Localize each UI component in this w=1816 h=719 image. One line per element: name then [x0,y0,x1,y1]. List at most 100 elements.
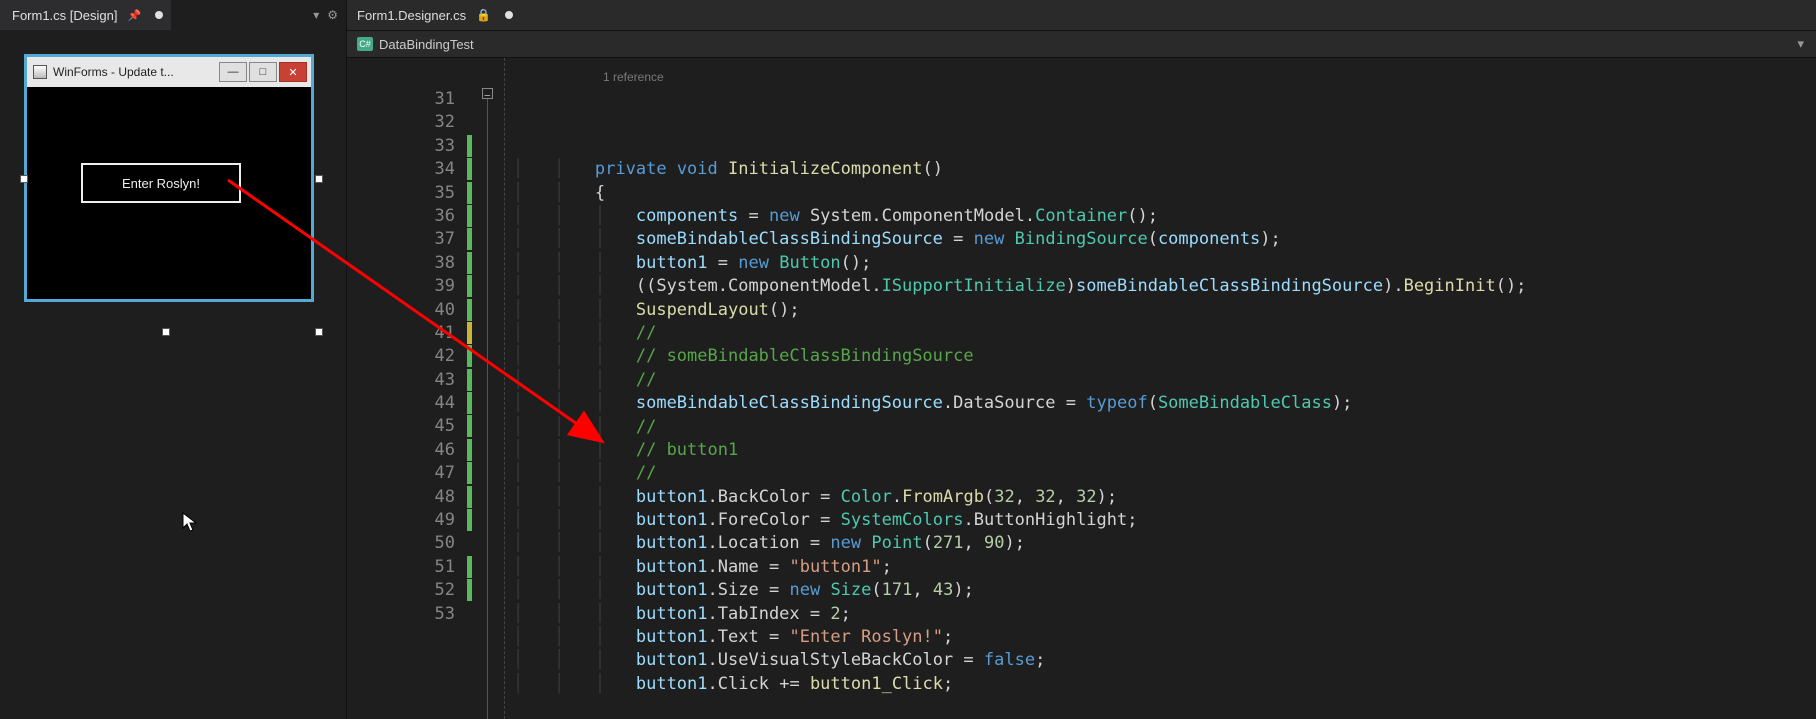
code-line[interactable]: │ │ │ button1.TabIndex = 2; [513,603,1816,626]
csharp-icon: C# [357,37,373,51]
resize-handle[interactable] [315,328,323,336]
code-line[interactable]: │ │ │ // [513,416,1816,439]
line-number: 41 [347,322,455,345]
code-line[interactable]: │ │ │ // [513,462,1816,485]
change-marker [465,158,481,181]
change-marker [465,462,481,485]
line-number: 47 [347,462,455,485]
change-marker [465,439,481,462]
code-line[interactable]: │ │ │ // [513,369,1816,392]
resize-handle[interactable] [315,175,323,183]
line-number: 38 [347,252,455,275]
code-line[interactable]: │ │ private void InitializeComponent() [513,158,1816,181]
code-editor[interactable]: 3132333435363738394041424344454647484950… [347,58,1816,719]
tab-form1-designer-cs[interactable]: Form1.Designer.cs 🔒 [347,0,1816,30]
line-number: 34 [347,158,455,181]
code-line[interactable]: │ │ │ someBindableClassBindingSource.Dat… [513,392,1816,415]
code-line[interactable]: │ │ │ button1.Text = "Enter Roslyn!"; [513,626,1816,649]
line-number: 33 [347,135,455,158]
code-line[interactable]: │ │ │ button1.BackColor = Color.FromArgb… [513,486,1816,509]
change-marker [465,228,481,251]
minimize-button[interactable]: — [219,62,247,82]
change-marker [465,603,481,626]
code-line[interactable]: │ │ │ SuspendLayout(); [513,299,1816,322]
code-line[interactable]: │ │ │ // [513,322,1816,345]
design-surface[interactable]: WinForms - Update t... — □ ✕ Enter Rosly… [0,30,346,326]
tab-form1-design[interactable]: Form1.cs [Design] 📌 [0,0,171,30]
line-number: 44 [347,392,455,415]
code-line[interactable]: │ │ │ button1.UseVisualStyleBackColor = … [513,649,1816,672]
change-marker [465,369,481,392]
resize-handle[interactable] [20,175,28,183]
dirty-indicator-icon [505,11,513,19]
line-number: 52 [347,579,455,602]
line-number: 42 [347,345,455,368]
dirty-indicator-icon [155,11,163,19]
line-number: 48 [347,486,455,509]
change-marker [465,556,481,579]
outline-margin[interactable] [481,58,505,719]
winform-client-area[interactable]: Enter Roslyn! [27,87,311,299]
designer-tab-row: Form1.cs [Design] 📌 ▾ ⚙ [0,0,346,30]
code-line[interactable]: │ │ │ // button1 [513,439,1816,462]
code-source[interactable]: 1 reference │ │ private void InitializeC… [505,58,1816,719]
designer-button1[interactable]: Enter Roslyn! [81,163,241,203]
codelens-references[interactable]: 1 reference [603,66,664,89]
change-marker [465,509,481,532]
line-number: 37 [347,228,455,251]
maximize-button[interactable]: □ [249,62,277,82]
namespace-label: DataBindingTest [379,37,474,52]
button1-text: Enter Roslyn! [122,176,200,191]
winform-title-text: WinForms - Update t... [53,65,174,79]
lock-icon: 🔒 [476,8,491,22]
navigation-bar[interactable]: C# DataBindingTest ▾ [347,30,1816,58]
app-icon [33,65,47,79]
pin-icon[interactable]: 📌 [127,9,141,22]
code-line[interactable]: │ │ │ ((System.ComponentModel.ISupportIn… [513,275,1816,298]
code-line[interactable]: │ │ │ button1 = new Button(); [513,252,1816,275]
line-number: 50 [347,532,455,555]
close-button[interactable]: ✕ [279,62,307,82]
change-marker [465,182,481,205]
change-marker [465,88,481,111]
change-marker [465,299,481,322]
change-marker [465,205,481,228]
code-line[interactable]: │ │ │ button1.ForeColor = SystemColors.B… [513,509,1816,532]
collapse-toggle-icon[interactable] [482,88,493,99]
change-markers [465,58,481,719]
change-marker [465,532,481,555]
line-number: 46 [347,439,455,462]
change-marker [465,135,481,158]
change-marker [465,322,481,345]
code-line[interactable]: │ │ │ someBindableClassBindingSource = n… [513,228,1816,251]
code-line[interactable]: │ │ │ button1.Location = new Point(271, … [513,532,1816,555]
gear-icon[interactable]: ⚙ [327,8,338,22]
tab-label: Form1.cs [Design] [12,8,117,23]
winform-titlebar: WinForms - Update t... — □ ✕ [27,57,311,87]
code-line[interactable]: │ │ │ button1.Click += button1_Click; [513,673,1816,696]
line-number: 43 [347,369,455,392]
code-line[interactable]: │ │ │ button1.Name = "button1"; [513,556,1816,579]
code-pane: Form1.Designer.cs 🔒 C# DataBindingTest ▾… [346,0,1816,719]
tab-label: Form1.Designer.cs [357,8,466,23]
code-line[interactable]: │ │ │ // someBindableClassBindingSource [513,345,1816,368]
code-line[interactable]: │ │ │ components = new System.ComponentM… [513,205,1816,228]
winform-window[interactable]: WinForms - Update t... — □ ✕ Enter Rosly… [24,54,314,302]
mouse-cursor-icon [182,512,198,534]
change-marker [465,415,481,438]
resize-handle[interactable] [162,328,170,336]
change-marker [465,579,481,602]
line-number: 51 [347,556,455,579]
line-number: 45 [347,415,455,438]
code-line[interactable]: │ │ { [513,182,1816,205]
line-number: 31 [347,88,455,111]
code-line[interactable]: │ │ │ button1.Size = new Size(171, 43); [513,579,1816,602]
dropdown-icon[interactable]: ▾ [313,8,319,22]
line-number: 39 [347,275,455,298]
change-marker [465,252,481,275]
change-marker [465,111,481,134]
chevron-down-icon[interactable]: ▾ [1797,36,1804,52]
change-marker [465,275,481,298]
change-marker [465,392,481,415]
tab-tools: ▾ ⚙ [313,8,346,22]
